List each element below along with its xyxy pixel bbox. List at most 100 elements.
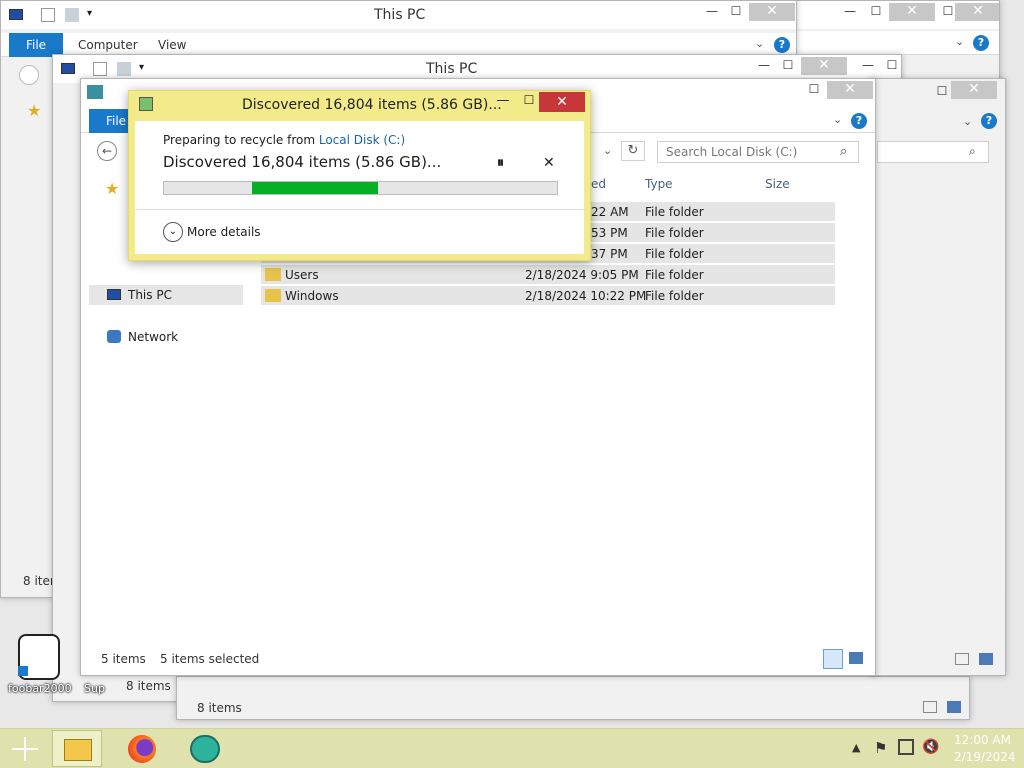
close-button[interactable]: ✕ — [801, 57, 847, 75]
chevron-down-icon[interactable]: ⌄ — [755, 37, 764, 50]
help-icon[interactable]: ? — [973, 35, 989, 51]
app-icon — [190, 735, 220, 763]
minimize-button[interactable]: — — [837, 3, 863, 21]
row-date: 2/18/2024 9:05 PM — [525, 268, 639, 282]
taskbar: ▲ ⚑ 🔇 12:00 AM 2/19/2024 — [0, 728, 1024, 768]
taskbar-app[interactable] — [188, 733, 222, 765]
help-icon[interactable]: ? — [851, 113, 867, 129]
sidebar-item-label: This PC — [128, 288, 172, 302]
status-selected-count: 5 items selected — [160, 652, 260, 666]
chevron-down-icon[interactable]: ⌄ — [963, 115, 972, 128]
maximize-button-b[interactable]: ☐ — [879, 57, 901, 75]
titlebar: ▾ This PC — ☐ ✕ — [1, 1, 796, 29]
help-icon[interactable]: ? — [774, 37, 790, 53]
volume-muted-icon[interactable]: 🔇 — [922, 739, 939, 755]
search-input[interactable]: Search Local Disk (C:) — [666, 145, 797, 159]
table-row[interactable]: Users 2/18/2024 9:05 PM File folder — [261, 265, 835, 285]
folder-icon[interactable] — [65, 8, 79, 22]
tiles-view-icon[interactable] — [947, 701, 961, 713]
help-icon[interactable]: ? — [981, 113, 997, 129]
back-icon[interactable] — [19, 65, 39, 85]
desktop-icon-foobar2000[interactable]: foobar2000 — [8, 630, 72, 700]
progress-dialog: Discovered 16,804 items (5.86 GB)... — ☐… — [128, 90, 591, 261]
status-item-count: 5 items — [101, 652, 146, 666]
show-hidden-icons[interactable]: ▲ — [852, 741, 860, 754]
sidebar-item-this-pc[interactable]: This PC — [89, 285, 243, 305]
row-type: File folder — [645, 289, 704, 303]
minimize-button[interactable]: — — [751, 57, 777, 75]
row-date: 53 PM — [591, 226, 628, 240]
dialog-body: Preparing to recycle from Local Disk (C:… — [135, 121, 584, 254]
folder-icon — [265, 268, 281, 281]
window-title: This PC — [374, 7, 426, 23]
column-header-type[interactable]: Type — [645, 177, 673, 191]
chevron-down-icon[interactable]: ⌄ — [955, 35, 964, 48]
minimize-button[interactable]: — — [699, 3, 725, 21]
maximize-button[interactable]: ☐ — [863, 3, 889, 21]
pause-button[interactable]: ⏸ — [497, 155, 504, 171]
clock-date[interactable]: 2/19/2024 — [954, 750, 1016, 764]
refresh-icon[interactable]: ↻ — [621, 141, 645, 161]
address-dropdown-icon[interactable]: ⌄ — [603, 144, 612, 157]
tiles-view-icon[interactable] — [849, 652, 863, 664]
search-icon[interactable]: ⌕ — [969, 144, 976, 159]
window-title: This PC — [426, 61, 478, 77]
maximize-button[interactable]: ☐ — [723, 3, 749, 21]
maximize-button[interactable]: ☐ — [775, 57, 801, 75]
maximize-button[interactable]: ☐ — [517, 93, 541, 107]
maximize-button[interactable]: ☐ — [801, 81, 827, 99]
details-view-icon[interactable] — [923, 701, 937, 713]
network-status-icon[interactable] — [898, 739, 914, 755]
firefox-icon — [128, 735, 156, 763]
folder-icon — [265, 289, 281, 302]
recycle-source-link[interactable]: Local Disk (C:) — [319, 133, 405, 147]
clock-time[interactable]: 12:00 AM — [954, 733, 1011, 747]
properties-icon[interactable] — [93, 62, 107, 76]
file-explorer-icon — [64, 739, 92, 761]
row-date: 37 PM — [591, 247, 628, 261]
search-box[interactable]: Search Local Disk (C:) ⌕ — [657, 141, 859, 163]
close-button[interactable]: ✕ — [827, 81, 873, 99]
tab-computer[interactable]: Computer — [78, 38, 138, 52]
row-name: Windows — [285, 289, 339, 303]
minimize-button-b[interactable]: — — [855, 57, 881, 75]
windows-logo-icon — [12, 737, 38, 761]
close-button[interactable]: ✕ — [889, 3, 935, 21]
properties-icon[interactable] — [41, 8, 55, 22]
ribbon: ⌄ ? — [787, 31, 999, 55]
explorer-window-third: 8 items — [176, 676, 970, 720]
dropdown-icon[interactable]: ▾ — [87, 8, 92, 19]
close-button[interactable]: ✕ — [749, 3, 795, 21]
recycle-source-label: Preparing to recycle from — [163, 133, 319, 147]
minimize-button[interactable]: — — [491, 93, 515, 108]
shortcut-arrow-icon — [18, 666, 28, 676]
computer-icon — [61, 63, 75, 74]
tab-view[interactable]: View — [158, 38, 186, 52]
start-button[interactable] — [12, 737, 38, 761]
close-button-2[interactable]: ✕ — [955, 3, 999, 21]
close-button[interactable]: ✕ — [539, 92, 585, 112]
back-icon[interactable]: ← — [97, 141, 117, 161]
desktop-icon-label: Sup — [84, 682, 105, 695]
folder-icon[interactable] — [117, 62, 131, 76]
column-header-date[interactable]: ed — [591, 177, 606, 191]
table-row[interactable]: Windows 2/18/2024 10:22 PM File folder — [261, 286, 835, 306]
progress-bar — [163, 181, 558, 195]
details-view-icon[interactable] — [955, 653, 969, 665]
chevron-down-icon[interactable]: ⌄ — [833, 113, 842, 126]
desktop-icon-sup[interactable]: Sup — [84, 682, 108, 702]
computer-icon — [9, 9, 23, 20]
column-header-size[interactable]: Size — [765, 177, 790, 191]
flag-icon[interactable]: ⚑ — [874, 739, 887, 757]
dropdown-icon[interactable]: ▾ — [139, 62, 144, 73]
taskbar-firefox[interactable] — [126, 733, 158, 765]
status-item-count: 8 items — [197, 701, 242, 715]
search-icon[interactable]: ⌕ — [840, 144, 847, 159]
tiles-view-icon[interactable] — [979, 653, 993, 665]
sidebar-item-network[interactable]: Network — [89, 327, 243, 347]
more-details-toggle[interactable]: ⌄ More details — [163, 222, 283, 242]
cancel-button[interactable]: ✕ — [543, 155, 555, 171]
taskbar-file-explorer[interactable] — [52, 730, 102, 767]
close-button[interactable]: ✕ — [951, 81, 997, 99]
details-view-icon[interactable] — [823, 649, 843, 669]
